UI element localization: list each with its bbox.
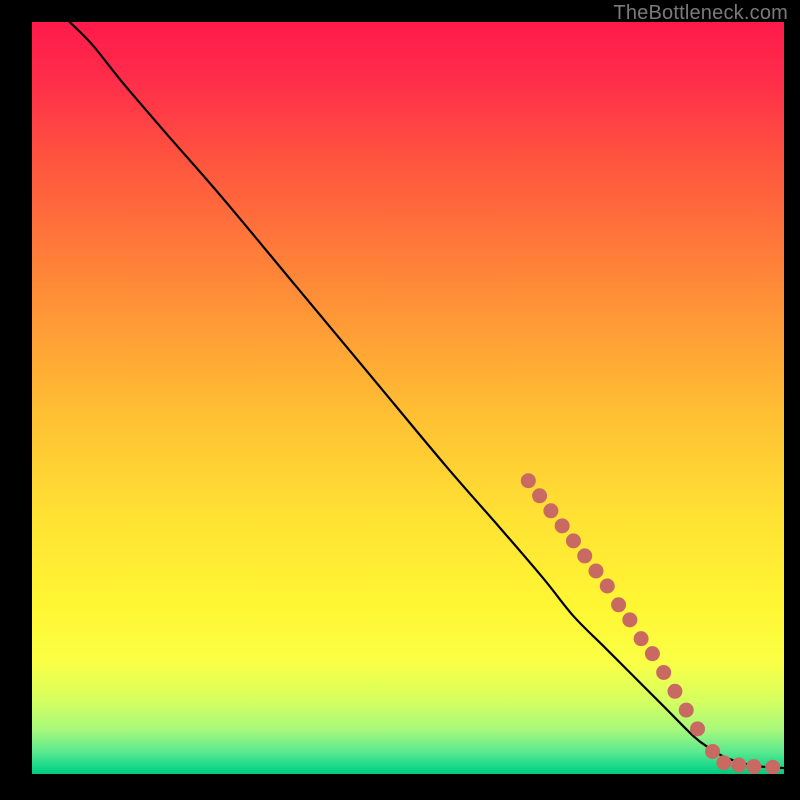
- chart-svg: [32, 22, 784, 774]
- marker-dot: [705, 744, 720, 759]
- marker-dots: [521, 473, 780, 774]
- curve-line: [70, 22, 784, 768]
- marker-dot: [667, 684, 682, 699]
- marker-dot: [746, 759, 761, 774]
- plot-area: [32, 22, 784, 774]
- marker-dot: [577, 548, 592, 563]
- marker-dot: [543, 503, 558, 518]
- marker-dot: [731, 757, 746, 772]
- marker-dot: [634, 631, 649, 646]
- marker-dot: [532, 488, 547, 503]
- marker-dot: [555, 518, 570, 533]
- marker-dot: [765, 760, 780, 774]
- marker-dot: [690, 721, 705, 736]
- marker-dot: [656, 665, 671, 680]
- marker-dot: [679, 703, 694, 718]
- marker-dot: [521, 473, 536, 488]
- marker-dot: [645, 646, 660, 661]
- marker-dot: [600, 579, 615, 594]
- marker-dot: [589, 563, 604, 578]
- marker-dot: [611, 597, 626, 612]
- marker-dot: [716, 755, 731, 770]
- marker-dot: [622, 612, 637, 627]
- marker-dot: [566, 533, 581, 548]
- chart-stage: TheBottleneck.com: [0, 0, 800, 800]
